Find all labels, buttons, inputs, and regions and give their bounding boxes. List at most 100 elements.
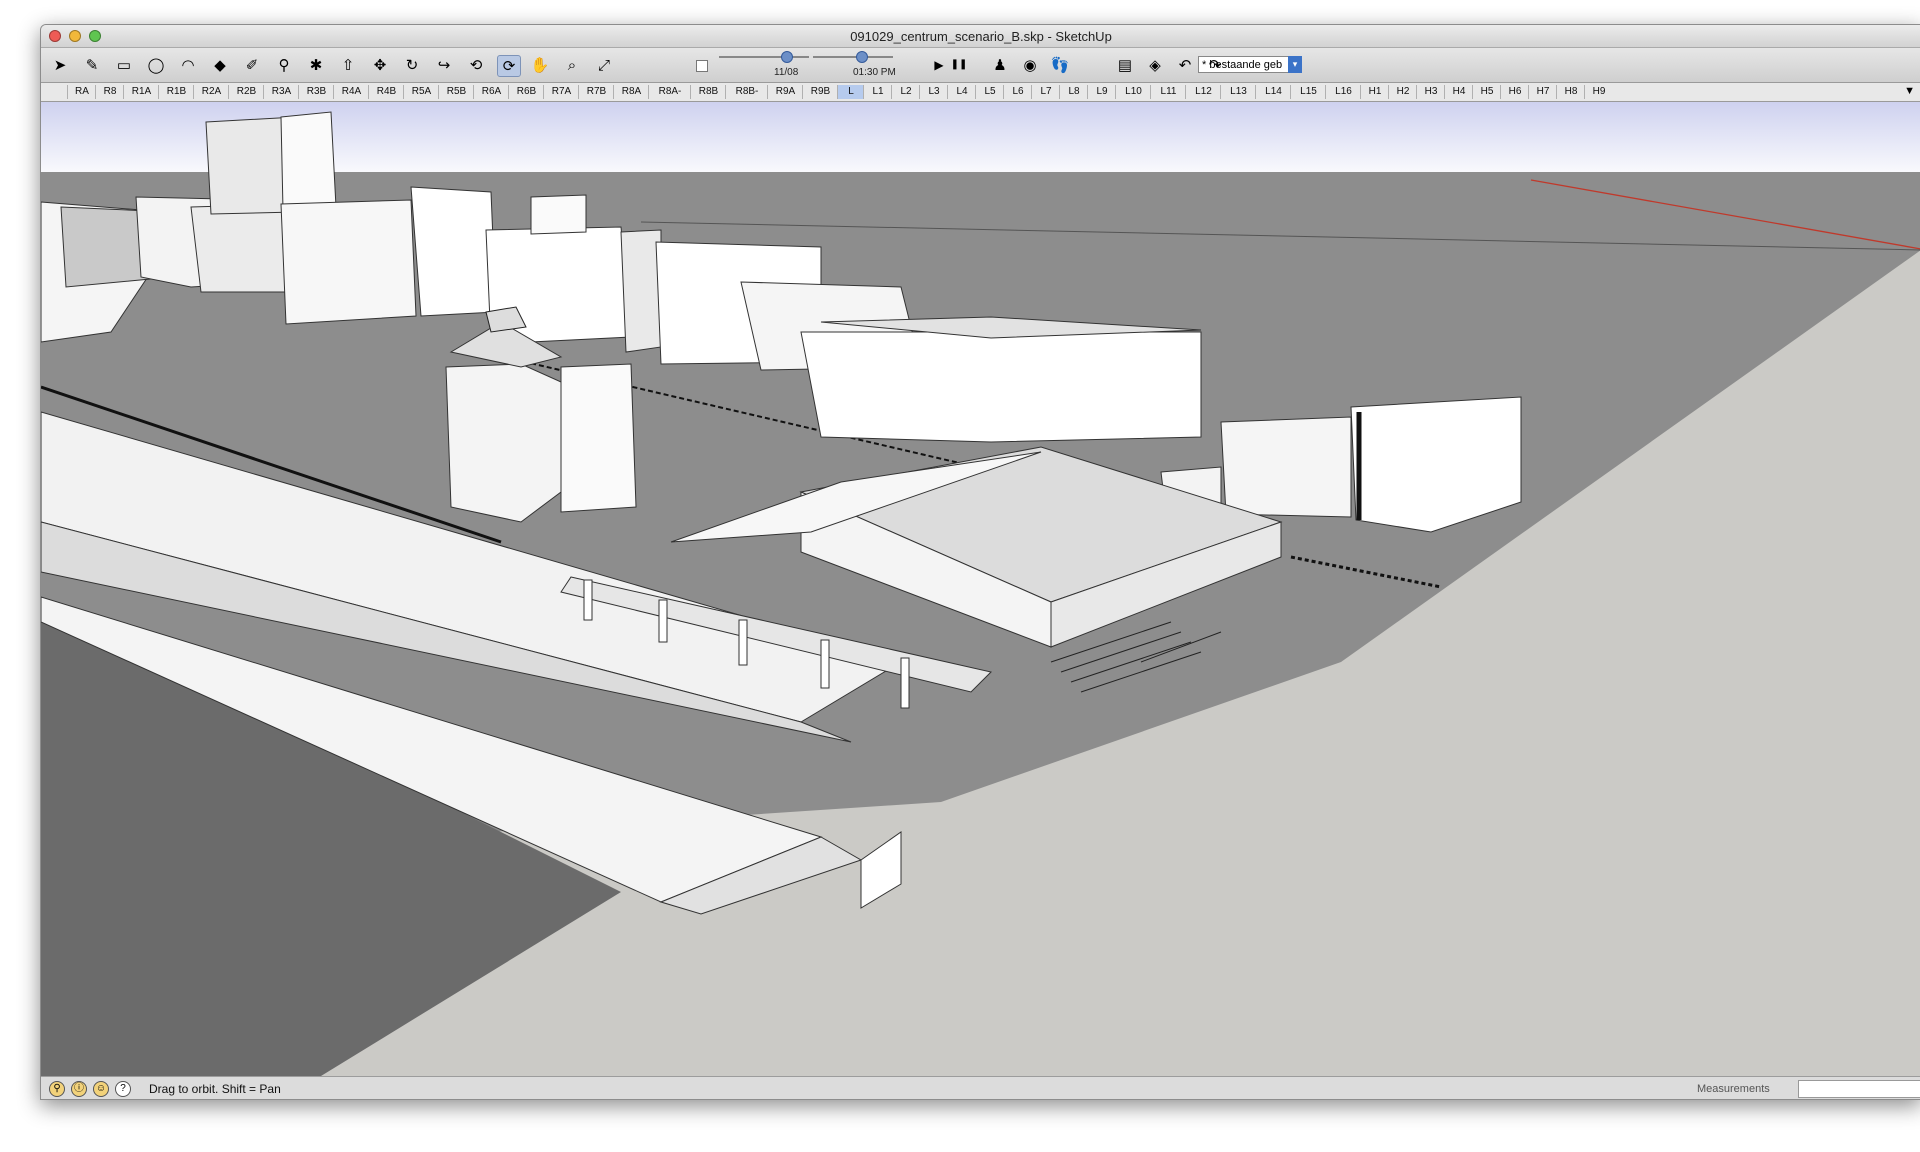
- scene-tab-l5[interactable]: L5: [975, 85, 1004, 99]
- paint-tool-button[interactable]: ✱: [305, 55, 327, 75]
- select-tool-icon: ➤: [53, 56, 67, 74]
- time-slider-knob[interactable]: [856, 51, 868, 63]
- scene-tab-h8[interactable]: H8: [1556, 85, 1585, 99]
- scene-tab-r7a[interactable]: R7A: [543, 85, 579, 99]
- user-icon[interactable]: ☺: [93, 1081, 109, 1097]
- scene-tab-l6[interactable]: L6: [1003, 85, 1032, 99]
- scene-tab-r6b[interactable]: R6B: [508, 85, 544, 99]
- scene-tab-ra[interactable]: RA: [67, 85, 96, 99]
- scene-tab-r8a[interactable]: R8A: [613, 85, 649, 99]
- scene-tab-h9[interactable]: H9: [1584, 85, 1613, 99]
- move-tool-button[interactable]: ✥: [369, 55, 391, 75]
- pan-tool-button[interactable]: ✋: [529, 55, 551, 75]
- scene-tab-r9a[interactable]: R9A: [767, 85, 803, 99]
- scene-tab-l14[interactable]: L14: [1255, 85, 1291, 99]
- scene-tab-r8[interactable]: R8: [95, 85, 124, 99]
- orbit-tool-icon: ⟳: [502, 57, 516, 75]
- scene-tab-h7[interactable]: H7: [1528, 85, 1557, 99]
- scene-tab-r9b[interactable]: R9B: [802, 85, 838, 99]
- tape-measure-button[interactable]: ⚲: [273, 55, 295, 75]
- measurements-input[interactable]: [1798, 1080, 1920, 1098]
- scene-tab-h5[interactable]: H5: [1472, 85, 1501, 99]
- scene-tab-r1b[interactable]: R1B: [158, 85, 194, 99]
- scene-tab-l16[interactable]: L16: [1325, 85, 1361, 99]
- scene-tab-l[interactable]: L: [837, 85, 864, 99]
- push-pull-button[interactable]: ⇧: [337, 55, 359, 75]
- pencil-tool-button[interactable]: ✎: [81, 55, 103, 75]
- time-slider[interactable]: [813, 56, 893, 58]
- scene-tab-l3[interactable]: L3: [919, 85, 948, 99]
- scene-tab-r6a[interactable]: R6A: [473, 85, 509, 99]
- walk-tool-button[interactable]: 👣: [1049, 55, 1071, 75]
- scene-tab-l4[interactable]: L4: [947, 85, 976, 99]
- rectangle-tool-button[interactable]: ▭: [113, 55, 135, 75]
- look-around-button[interactable]: ◉: [1019, 55, 1041, 75]
- sketchup-window: 091029_centrum_scenario_B.skp - SketchUp…: [40, 24, 1920, 1100]
- scene-tab-h6[interactable]: H6: [1500, 85, 1529, 99]
- rectangle-tool-icon: ▭: [116, 56, 132, 74]
- section-plane-button[interactable]: ◈: [1144, 55, 1166, 75]
- play-shadow-button[interactable]: ▶: [928, 55, 950, 75]
- scene-tab-r4a[interactable]: R4A: [333, 85, 369, 99]
- chevron-down-icon[interactable]: ▾: [1288, 56, 1302, 73]
- scene-tab-r3a[interactable]: R3A: [263, 85, 299, 99]
- scene-tab-r4b[interactable]: R4B: [368, 85, 404, 99]
- redo-button[interactable]: ↷: [1204, 55, 1226, 75]
- select-tool-button[interactable]: ➤: [49, 55, 71, 75]
- undo-button[interactable]: ↶: [1174, 55, 1196, 75]
- scene-tab-r1a[interactable]: R1A: [123, 85, 159, 99]
- scene-tab-r2b[interactable]: R2B: [228, 85, 264, 99]
- paint-bucket-button[interactable]: ◆: [209, 55, 231, 75]
- scene-tab-l2[interactable]: L2: [891, 85, 920, 99]
- scene-tab-l10[interactable]: L10: [1115, 85, 1151, 99]
- scene-tab-r8a-[interactable]: R8A-: [648, 85, 691, 99]
- 3d-model-canvas[interactable]: [41, 102, 1920, 1076]
- zoom-tool-button[interactable]: ⌕: [561, 55, 583, 75]
- pause-shadow-button[interactable]: ❚❚: [948, 55, 970, 75]
- scene-tab-l8[interactable]: L8: [1059, 85, 1088, 99]
- scene-tab-l11[interactable]: L11: [1150, 85, 1186, 99]
- scene-tab-r5a[interactable]: R5A: [403, 85, 439, 99]
- scene-tab-l15[interactable]: L15: [1290, 85, 1326, 99]
- scene-tab-h3[interactable]: H3: [1416, 85, 1445, 99]
- offset-tool-button[interactable]: ⟲: [465, 55, 487, 75]
- scene-tab-r2a[interactable]: R2A: [193, 85, 229, 99]
- date-slider-knob[interactable]: [781, 51, 793, 63]
- model-viewport[interactable]: [41, 102, 1920, 1076]
- scene-menu-icon[interactable]: ▼: [1904, 85, 1915, 97]
- scene-tab-h1[interactable]: H1: [1360, 85, 1389, 99]
- scene-tab-h2[interactable]: H2: [1388, 85, 1417, 99]
- follow-me-button[interactable]: ↪: [433, 55, 455, 75]
- eraser-tool-button[interactable]: ✐: [241, 55, 263, 75]
- scene-tab-l9[interactable]: L9: [1087, 85, 1116, 99]
- scene-tab-l12[interactable]: L12: [1185, 85, 1221, 99]
- zoom-extents-button[interactable]: ⤢: [593, 55, 615, 75]
- measurements-label: Measurements: [1697, 1083, 1770, 1095]
- scene-tab-r5b[interactable]: R5B: [438, 85, 474, 99]
- scene-tab-l13[interactable]: L13: [1220, 85, 1256, 99]
- scene-tab-l1[interactable]: L1: [863, 85, 892, 99]
- position-camera-button[interactable]: ♟: [989, 55, 1011, 75]
- scene-tab-r3b[interactable]: R3B: [298, 85, 334, 99]
- help-icon[interactable]: ?: [115, 1081, 131, 1097]
- arc-tool-button[interactable]: ◠: [177, 55, 199, 75]
- scene-tab-h4[interactable]: H4: [1444, 85, 1473, 99]
- credits-icon[interactable]: ⓘ: [71, 1081, 87, 1097]
- scene-tab-r8b[interactable]: R8B: [690, 85, 726, 99]
- scene-tab-l7[interactable]: L7: [1031, 85, 1060, 99]
- follow-me-icon: ↪: [437, 56, 451, 74]
- tower-right: [280, 111, 337, 211]
- orbit-tool-button[interactable]: ⟳: [497, 55, 521, 77]
- component-button[interactable]: ▤: [1114, 55, 1136, 75]
- move-tool-icon: ✥: [373, 56, 387, 74]
- title-bar[interactable]: 091029_centrum_scenario_B.skp - SketchUp: [41, 25, 1920, 48]
- shadow-checkbox[interactable]: [696, 60, 708, 72]
- scene-tab-r8b-[interactable]: R8B-: [725, 85, 768, 99]
- circle-tool-icon: ◯: [147, 56, 165, 74]
- window-title: 091029_centrum_scenario_B.skp - SketchUp: [850, 29, 1112, 44]
- scene-tab-r7b[interactable]: R7B: [578, 85, 614, 99]
- date-slider[interactable]: [719, 56, 809, 58]
- rotate-tool-button[interactable]: ↻: [401, 55, 423, 75]
- geo-location-icon[interactable]: ⚲: [49, 1081, 65, 1097]
- circle-tool-button[interactable]: ◯: [145, 55, 167, 75]
